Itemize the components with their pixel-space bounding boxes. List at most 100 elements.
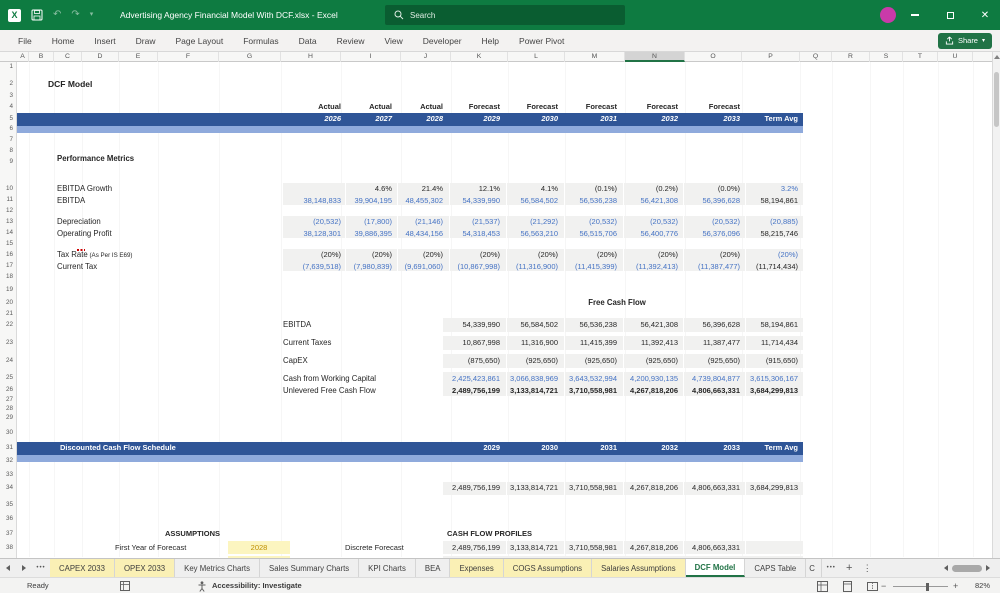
scroll-up-icon[interactable] (994, 55, 1000, 59)
row-header-2[interactable]: 2 (0, 79, 13, 89)
cell-label-ebitda[interactable]: EBITDA (57, 196, 85, 206)
column-header-O[interactable]: O (685, 52, 742, 62)
column-header-C[interactable]: C (54, 52, 82, 62)
sheet-tab-caps-table[interactable]: CAPS Table (745, 559, 806, 577)
first-year-input-cell[interactable]: 2028 (228, 541, 290, 555)
cell-unlevered-free-cash-flow-5[interactable]: 3,684,299,813 (713, 386, 798, 396)
ribbon-tab-review[interactable]: Review (327, 30, 375, 52)
accessibility-status[interactable]: Accessibility: Investigate (212, 578, 302, 593)
cell-operating-profit-8[interactable]: 58,215,746 (713, 229, 798, 239)
excel-app-icon[interactable]: X (8, 9, 21, 22)
cell-label-ebitda-growth[interactable]: EBITDA Growth (57, 184, 112, 194)
vertical-scrollbar[interactable] (992, 52, 1000, 558)
sheet-title-cell[interactable]: DCF Model (48, 79, 92, 89)
cell-ebitda-5[interactable]: 58,194,861 (713, 320, 798, 330)
ribbon-tab-view[interactable]: View (375, 30, 413, 52)
cash-flow-profiles-title[interactable]: CASH FLOW PROFILES (447, 529, 532, 538)
tab-menu-icon[interactable]: ⋮ (858, 559, 876, 577)
cell-cfp-value-4[interactable]: 4,806,663,331 (655, 543, 740, 553)
horizontal-scrollbar[interactable] (944, 559, 1000, 577)
row-header-5[interactable]: 5 (0, 114, 13, 124)
column-header-F[interactable]: F (158, 52, 219, 62)
minimize-button[interactable] (900, 0, 930, 30)
free-cash-flow-title[interactable]: Free Cash Flow (547, 298, 687, 307)
column-header-S[interactable]: S (870, 52, 903, 62)
cell-label-current-tax[interactable]: Current Tax (57, 262, 97, 272)
row-header-20[interactable]: 20 (0, 298, 13, 308)
cell-tax-rate-8[interactable]: (20%) (713, 250, 798, 260)
performance-metrics-title[interactable]: Performance Metrics (57, 154, 134, 163)
sheet-tab-key-metrics-charts[interactable]: Key Metrics Charts (175, 559, 260, 577)
sheet-tab-cogs-assumptions[interactable]: COGS Assumptions (504, 559, 592, 577)
cell-term-avg-header[interactable]: Term Avg (713, 114, 798, 124)
row-header-32[interactable]: 32 (0, 456, 13, 466)
zoom-slider-thumb[interactable] (926, 583, 929, 591)
sheet-tab-capex-2033[interactable]: CAPEX 2033 (50, 559, 115, 577)
row-header-16[interactable]: 16 (0, 250, 13, 260)
sheet-tab-bea[interactable]: BEA (416, 559, 451, 577)
cell-ebitda-8[interactable]: 58,194,861 (713, 196, 798, 206)
undo-icon[interactable]: ↶ (53, 10, 61, 20)
column-header-G[interactable]: G (219, 52, 281, 62)
ribbon-tab-help[interactable]: Help (472, 30, 509, 52)
row-header-18[interactable]: 18 (0, 272, 13, 282)
column-header-K[interactable]: K (451, 52, 508, 62)
avatar[interactable] (880, 7, 896, 23)
row-header-3[interactable]: 3 (0, 91, 13, 101)
row-header-13[interactable]: 13 (0, 217, 13, 227)
row-header-6[interactable]: 6 (0, 124, 13, 134)
view-normal-icon[interactable] (817, 581, 828, 592)
cell-depreciation-8[interactable]: (20,885) (713, 217, 798, 227)
column-header-B[interactable]: B (29, 52, 54, 62)
ribbon-tab-file[interactable]: File (8, 30, 42, 52)
cell-label-capex[interactable]: CapEX (283, 356, 308, 366)
hscroll-right-icon[interactable] (986, 565, 990, 571)
row-header-4[interactable]: 4 (0, 102, 13, 112)
column-header-J[interactable]: J (401, 52, 451, 62)
cell-dcf-value-5[interactable]: 3,684,299,813 (713, 483, 798, 493)
ribbon-tab-home[interactable]: Home (42, 30, 85, 52)
column-header-D[interactable]: D (82, 52, 119, 62)
zoom-in-button[interactable]: + (953, 578, 958, 593)
sheet-tab-c[interactable]: C (806, 559, 822, 577)
row-header-29[interactable]: 29 (0, 413, 13, 423)
first-year-of-forecast-label[interactable]: First Year of Forecast (115, 543, 186, 552)
view-page-layout-icon[interactable] (842, 581, 853, 592)
row-header-25[interactable]: 25 (0, 373, 13, 383)
cell-current-tax-8[interactable]: (11,714,434) (713, 262, 798, 272)
ribbon-tab-developer[interactable]: Developer (413, 30, 472, 52)
cell-label-unlevered-free-cash-flow[interactable]: Unlevered Free Cash Flow (283, 386, 376, 396)
row-header-7[interactable]: 7 (0, 135, 13, 145)
row-header-26[interactable]: 26 (0, 385, 13, 395)
cell-label-cash-from-working-capital[interactable]: Cash from Working Capital (283, 374, 376, 384)
row-header-33[interactable]: 33 (0, 470, 13, 480)
column-header-E[interactable]: E (119, 52, 158, 62)
ribbon-tab-data[interactable]: Data (289, 30, 327, 52)
sheet-tab-expenses[interactable]: Expenses (450, 559, 503, 577)
cell-label-depreciation[interactable]: Depreciation (57, 217, 101, 227)
ribbon-tab-page-layout[interactable]: Page Layout (166, 30, 234, 52)
row-header-22[interactable]: 22 (0, 320, 13, 330)
view-page-break-icon[interactable] (867, 581, 878, 592)
share-button[interactable]: Share ▾ (938, 33, 992, 49)
row-header-37[interactable]: 37 (0, 529, 13, 539)
column-header-I[interactable]: I (341, 52, 401, 62)
hscroll-left-icon[interactable] (944, 565, 948, 571)
column-header-U[interactable]: U (938, 52, 973, 62)
vertical-scroll-thumb[interactable] (994, 72, 999, 127)
sheet-tab-salaries-assumptions[interactable]: Salaries Assumptions (592, 559, 686, 577)
column-header-L[interactable]: L (508, 52, 565, 62)
row-header-15[interactable]: 15 (0, 239, 13, 249)
column-header-M[interactable]: M (565, 52, 625, 62)
row-header-1[interactable]: 1 (0, 62, 13, 72)
row-header-23[interactable]: 23 (0, 338, 13, 348)
cell-capex-5[interactable]: (915,650) (713, 356, 798, 366)
cell-label-tax-rate[interactable]: Tax Rate (As Per IS E69) (57, 250, 132, 260)
row-header-14[interactable]: 14 (0, 228, 13, 238)
dcf-schedule-title[interactable]: Discounted Cash Flow Schedule (60, 443, 176, 452)
row-header-17[interactable]: 17 (0, 261, 13, 271)
column-header-Q[interactable]: Q (800, 52, 832, 62)
column-header-N[interactable]: N (625, 52, 685, 62)
row-header-19[interactable]: 19 (0, 285, 13, 295)
zoom-slider-track[interactable] (893, 586, 948, 587)
